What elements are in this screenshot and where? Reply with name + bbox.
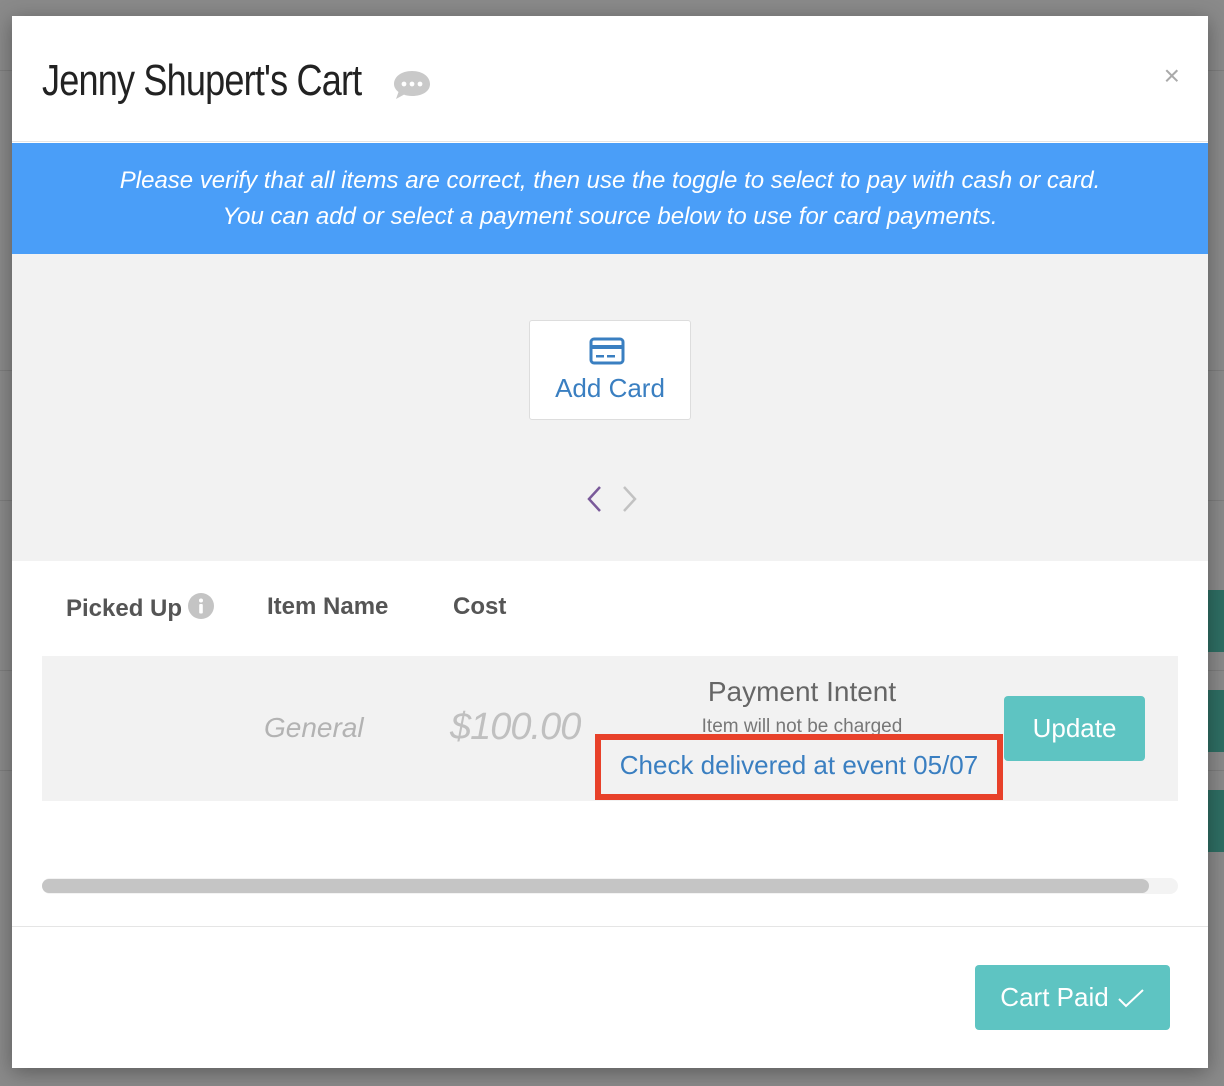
modal-header: Jenny Shupert's Cart × — [12, 16, 1208, 142]
item-cost: $100.00 — [450, 706, 581, 748]
add-card-label: Add Card — [555, 373, 665, 403]
column-header-cost: Cost — [453, 593, 507, 620]
credit-card-icon — [589, 337, 625, 365]
checkmark-icon — [1117, 988, 1144, 1007]
background-button — [1208, 790, 1224, 852]
update-button[interactable]: Update — [1004, 696, 1145, 761]
banner-line: Please verify that all items are correct… — [119, 167, 1101, 194]
chevron-right-icon[interactable] — [616, 484, 640, 514]
column-header-item-name: Item Name — [267, 593, 389, 620]
banner-line: You can add or select a payment source b… — [222, 203, 998, 230]
scrollbar-thumb[interactable] — [42, 879, 1149, 893]
table-row: General $100.00 Payment Intent Item will… — [42, 656, 1178, 801]
close-button[interactable]: × — [1164, 62, 1180, 90]
carousel-nav — [582, 484, 642, 514]
chevron-left-icon[interactable] — [584, 484, 608, 514]
modal-title: Jenny Shupert's Cart — [42, 56, 362, 105]
column-header-picked-up: Picked Up — [66, 593, 215, 623]
chat-bubble-icon[interactable] — [392, 68, 432, 102]
cart-paid-button[interactable]: Cart Paid — [975, 965, 1170, 1030]
payment-intent-link[interactable]: Check delivered at event 05/07 — [601, 750, 997, 781]
highlight-box: Check delivered at event 05/07 — [595, 734, 1003, 800]
horizontal-scrollbar[interactable] — [42, 878, 1178, 894]
item-name: General — [264, 712, 364, 743]
background-button — [1208, 690, 1224, 752]
info-icon[interactable] — [188, 593, 215, 619]
modal-footer: Cart Paid — [12, 926, 1208, 1068]
cart-paid-label: Cart Paid — [1000, 982, 1109, 1012]
add-card-button[interactable]: Add Card — [529, 320, 691, 420]
column-header-label: Picked Up — [66, 595, 183, 622]
payment-source-area: Add Card — [12, 254, 1208, 561]
payment-intent-title: Payment Intent — [707, 676, 897, 707]
info-banner: Please verify that all items are correct… — [12, 143, 1208, 254]
background-button — [1208, 590, 1224, 652]
cart-modal: Jenny Shupert's Cart × Please verify tha… — [12, 16, 1208, 1068]
